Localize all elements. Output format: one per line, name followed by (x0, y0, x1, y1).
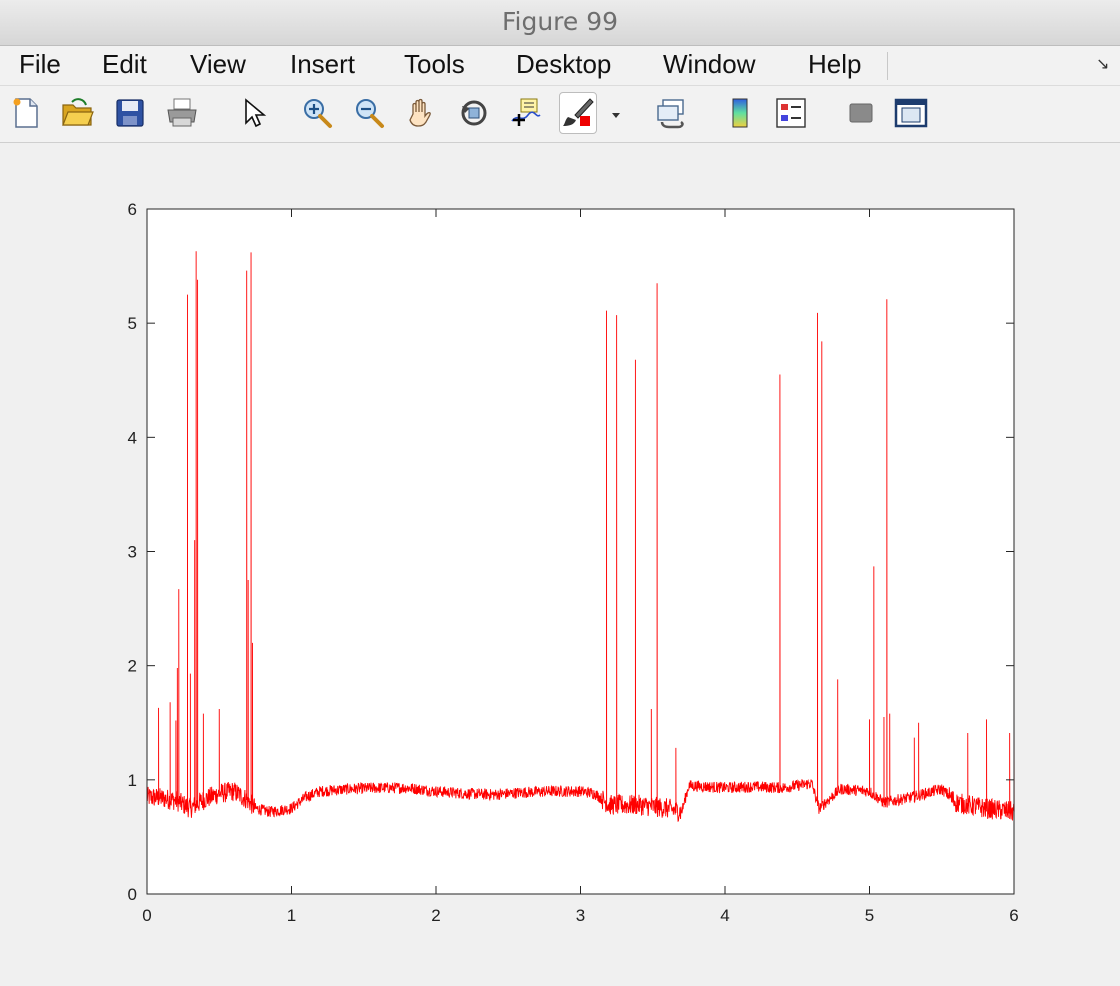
show-plot-tools-icon[interactable] (894, 96, 928, 130)
menu-edit[interactable]: Edit (102, 49, 147, 80)
colorbar-icon[interactable] (723, 96, 757, 130)
figure-toolbar (0, 86, 1120, 143)
print-icon[interactable] (165, 96, 199, 130)
pointer-icon[interactable] (236, 96, 270, 130)
link-plot-icon[interactable] (654, 96, 688, 130)
y-tick-label: 5 (128, 314, 137, 333)
pan-hand-icon[interactable] (404, 96, 438, 130)
y-tick-label: 1 (128, 771, 137, 790)
dock-arrow-icon[interactable]: ↘ (1096, 54, 1109, 73)
menu-file[interactable]: File (19, 49, 61, 80)
x-tick-label: 5 (865, 906, 874, 925)
y-tick-label: 4 (128, 428, 137, 447)
x-tick-label: 2 (431, 906, 440, 925)
menu-view[interactable]: View (190, 49, 246, 80)
save-icon[interactable] (113, 96, 147, 130)
x-tick-label: 0 (142, 906, 151, 925)
y-tick-label: 2 (128, 657, 137, 676)
zoom-out-icon[interactable] (352, 96, 386, 130)
rotate-3d-icon[interactable] (457, 96, 491, 130)
legend-icon[interactable] (774, 96, 808, 130)
title-bar: Figure 99 (0, 0, 1120, 46)
x-tick-label: 1 (287, 906, 296, 925)
y-tick-label: 6 (128, 200, 137, 219)
menu-window[interactable]: Window (663, 49, 755, 80)
line-chart[interactable]: 0 1 2 3 4 5 6 0 1 2 3 4 5 6 (0, 144, 1120, 986)
y-tick-label: 0 (128, 885, 137, 904)
x-tick-label: 3 (576, 906, 585, 925)
menu-help[interactable]: Help (808, 49, 861, 80)
brush-icon (561, 96, 595, 130)
x-tick-label: 6 (1009, 906, 1018, 925)
menu-desktop[interactable]: Desktop (516, 49, 611, 80)
menu-tools[interactable]: Tools (404, 49, 465, 80)
hide-plot-tools-icon[interactable] (844, 96, 878, 130)
data-cursor-icon[interactable] (509, 96, 543, 130)
new-figure-icon[interactable] (9, 96, 43, 130)
dropdown-arrow-icon[interactable] (604, 96, 628, 130)
brush-button[interactable] (559, 92, 597, 134)
menu-insert[interactable]: Insert (290, 49, 355, 80)
menu-separator (887, 52, 888, 80)
figure-canvas: 0 1 2 3 4 5 6 0 1 2 3 4 5 6 (0, 144, 1120, 986)
zoom-in-icon[interactable] (300, 96, 334, 130)
y-tick-label: 3 (128, 543, 137, 562)
window-title: Figure 99 (501, 7, 619, 36)
x-tick-label: 4 (720, 906, 729, 925)
open-file-icon[interactable] (60, 96, 94, 130)
menu-bar: File Edit View Insert Tools Desktop Wind… (0, 46, 1120, 86)
